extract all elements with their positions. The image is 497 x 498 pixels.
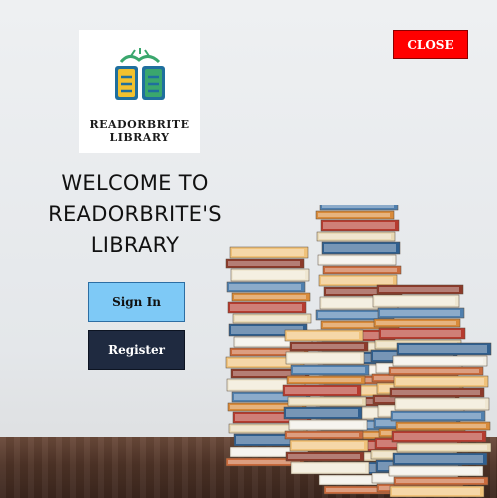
logo-title: READORBRITE: [89, 118, 190, 131]
welcome-line-3: LIBRARY: [90, 233, 180, 257]
close-button[interactable]: CLOSE: [393, 30, 468, 59]
welcome-line-1: WELCOME TO: [61, 171, 209, 195]
sign-in-button[interactable]: Sign In: [88, 282, 185, 322]
book-stacks-image: [225, 205, 492, 498]
library-logo: READORBRITE LIBRARY: [79, 30, 200, 153]
open-book-icon: [115, 48, 165, 100]
welcome-heading: WELCOME TO READORBRITE'S LIBRARY: [30, 168, 240, 261]
welcome-line-2: READORBRITE'S: [48, 202, 222, 226]
logo-subtitle: LIBRARY: [109, 131, 170, 144]
register-button[interactable]: Register: [88, 330, 185, 370]
